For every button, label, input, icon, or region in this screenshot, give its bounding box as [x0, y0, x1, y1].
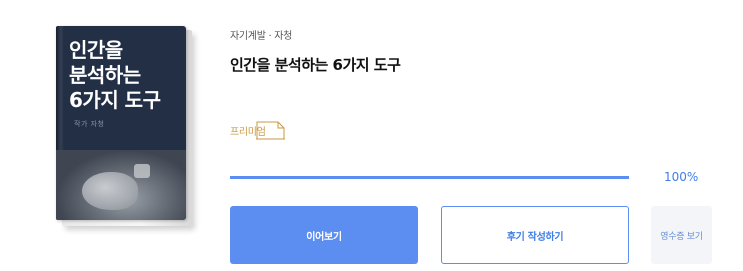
- continue-reading-label: 이어보기: [306, 231, 342, 243]
- view-receipt-label: 영수증 보기: [660, 231, 703, 242]
- book-cover[interactable]: 인간을 분석하는 6가지 도구 작가 자청: [56, 26, 192, 226]
- cover-title-line-2: 분석하는: [69, 63, 141, 87]
- premium-badge: 프리미엄: [230, 121, 285, 140]
- cover-title-line-1: 인간을: [69, 38, 123, 62]
- reading-progress-fill: [230, 176, 629, 179]
- cover-title: 인간을 분석하는 6가지 도구: [69, 38, 182, 113]
- cover-photo: [56, 150, 186, 220]
- reading-progress-label: 100%: [664, 170, 699, 184]
- write-review-label: 후기 작성하기: [506, 231, 564, 243]
- book-title: 인간을 분석하는 6가지 도구: [230, 56, 401, 74]
- book-category: 자기계발 · 자청: [230, 31, 293, 42]
- view-receipt-button[interactable]: 영수증 보기: [651, 206, 712, 264]
- cover-author: 작가 자청: [74, 120, 105, 128]
- cover-photo-puzzle-piece: [134, 164, 150, 178]
- reading-progress-bar: [230, 176, 629, 179]
- book-cover-front: 인간을 분석하는 6가지 도구 작가 자청: [56, 26, 186, 220]
- cover-photo-hand: [82, 172, 138, 210]
- premium-label: 프리미엄: [230, 127, 266, 138]
- continue-reading-button[interactable]: 이어보기: [230, 206, 418, 264]
- write-review-button[interactable]: 후기 작성하기: [441, 206, 629, 264]
- cover-title-line-3: 6가지 도구: [69, 88, 161, 112]
